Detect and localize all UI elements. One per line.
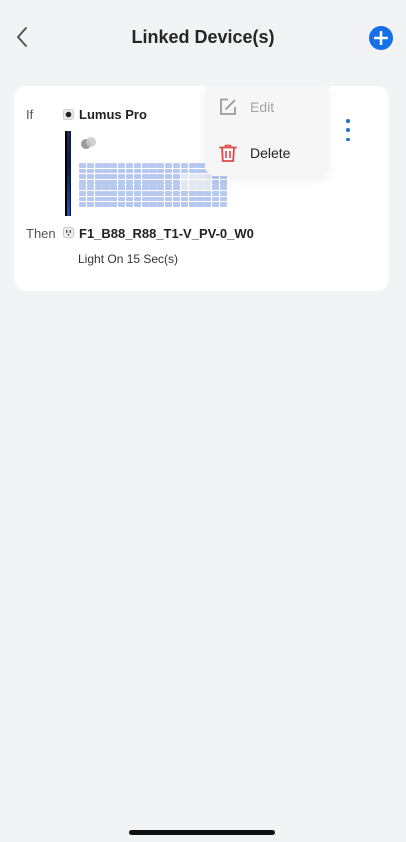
more-vertical-icon bbox=[346, 119, 350, 123]
camera-preview-strip bbox=[65, 131, 71, 216]
camera-device-icon bbox=[63, 109, 74, 120]
page-title: Linked Device(s) bbox=[131, 27, 275, 47]
if-label: If bbox=[26, 107, 34, 122]
overlap-circles-icon bbox=[81, 137, 96, 149]
then-label: Then bbox=[26, 226, 56, 241]
more-options-button[interactable] bbox=[340, 119, 356, 141]
target-device-name: F1_B88_R88_T1-V_PV-0_W0 bbox=[79, 226, 254, 241]
top-bar: Linked Device(s) bbox=[0, 0, 406, 76]
delete-menu-item[interactable]: Delete bbox=[205, 133, 329, 173]
delete-label: Delete bbox=[250, 145, 291, 161]
trigger-device-name: Lumus Pro bbox=[79, 107, 147, 122]
edit-icon bbox=[220, 98, 236, 115]
options-menu: Edit Delete bbox=[205, 86, 329, 176]
edit-label: Edit bbox=[250, 99, 275, 115]
home-indicator bbox=[129, 830, 275, 835]
action-description: Light On 15 Sec(s) bbox=[78, 252, 179, 266]
add-link-button[interactable] bbox=[369, 26, 393, 50]
linked-device-card: If Lumus Pro Then F1_B88_R88_T1-V_PV-0_W… bbox=[14, 86, 389, 291]
edit-menu-item[interactable]: Edit bbox=[205, 87, 329, 127]
trash-icon bbox=[219, 144, 237, 162]
outlet-device-icon bbox=[63, 227, 74, 238]
plus-icon bbox=[374, 31, 388, 45]
